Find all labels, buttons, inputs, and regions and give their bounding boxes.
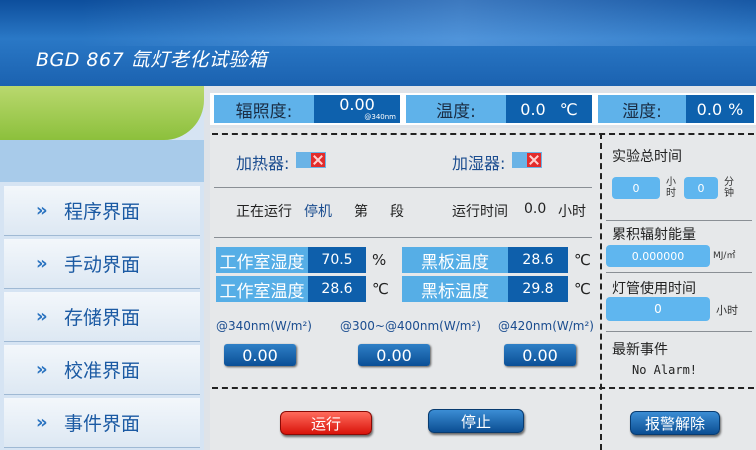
divider [606, 272, 752, 273]
chamber-temp-unit: ℃ [372, 280, 389, 298]
temperature-label: 温度: [406, 95, 506, 123]
lamp-time-label: 灯管使用时间 [612, 281, 696, 297]
runtime-unit: 小时 [558, 204, 586, 220]
running-label: 正在运行 [236, 204, 292, 220]
runtime-label: 运行时间 [452, 204, 508, 220]
heater-indicator [296, 152, 326, 168]
chamber-temp-label: 工作室温度 [216, 276, 308, 302]
humidity-readout: 0.0 % [686, 95, 754, 123]
double-chevron-icon: » [36, 253, 48, 274]
stage-prefix: 第 [354, 204, 368, 220]
wavelength-340-value: 0.00 [224, 344, 296, 366]
sidebar-item-storage[interactable]: » 存储界面 [4, 292, 200, 342]
humidifier-label: 加湿器: [452, 154, 506, 173]
humidifier-indicator [512, 152, 542, 168]
energy-value: 0.000000 [606, 245, 710, 267]
run-button[interactable]: 运行 [280, 411, 372, 435]
header-glow [80, 0, 756, 46]
off-icon [527, 153, 541, 167]
clear-alarm-button[interactable]: 报警解除 [630, 411, 720, 435]
title-bar: BGD 867 氙灯老化试验箱 [0, 0, 756, 86]
chamber-temp-value: 28.6 [308, 276, 366, 302]
latest-event-label: 最新事件 [612, 342, 668, 358]
wavelength-420-label: @420nm(W/m²) [498, 319, 594, 333]
lamp-time-value: 0 [606, 297, 710, 321]
sidebar-item-label: 手动界面 [64, 254, 141, 276]
divider [214, 237, 592, 238]
temperature-unit: ℃ [559, 99, 578, 119]
energy-label: 累积辐射能量 [612, 227, 696, 243]
app-title: BGD 867 氙灯老化试验箱 [36, 49, 268, 71]
latest-event-value: No Alarm! [632, 363, 698, 377]
temperature-value: 0.0 [520, 99, 546, 119]
irradiance-value: 0.00 [339, 95, 375, 114]
stage-suffix: 段 [390, 204, 404, 220]
divider [600, 133, 602, 450]
sidebar-item-label: 程序界面 [64, 201, 141, 223]
humidity-unit: % [728, 99, 744, 119]
chamber-humidity-unit: % [372, 251, 387, 269]
sidebar-band [0, 140, 204, 182]
divider [606, 220, 752, 221]
double-chevron-icon: » [36, 306, 48, 327]
sidebar-item-manual[interactable]: » 手动界面 [4, 239, 200, 289]
divider [212, 133, 754, 135]
black-panel-label: 黑板温度 [402, 247, 508, 273]
double-chevron-icon: » [36, 359, 48, 380]
wavelength-340-label: @340nm(W/m²) [216, 319, 312, 333]
black-standard-unit: ℃ [574, 280, 591, 298]
sidebar-item-label: 校准界面 [64, 360, 141, 382]
total-hours-value: 0 [612, 177, 660, 199]
wavelength-300-400-value: 0.00 [358, 344, 430, 366]
black-standard-value: 29.8 [508, 276, 568, 302]
sidebar-item-label: 事件界面 [64, 413, 141, 435]
black-panel-value: 28.6 [508, 247, 568, 273]
humidity-label: 湿度: [598, 95, 686, 123]
divider [606, 331, 752, 332]
double-chevron-icon: » [36, 412, 48, 433]
divider [212, 387, 754, 389]
runtime-value: 0.0 [524, 201, 547, 217]
sidebar-item-label: 存储界面 [64, 307, 141, 329]
lamp-time-unit: 小时 [716, 304, 738, 317]
total-time-label: 实验总时间 [612, 149, 682, 165]
irradiance-label: 辐照度: [214, 95, 314, 123]
wavelength-300-400-label: @300~@400nm(W/m²) [340, 319, 481, 333]
sidebar: » 程序界面 » 手动界面 » 存储界面 » 校准界面 » 事件界面 [0, 86, 204, 450]
running-state: 停机 [304, 204, 332, 220]
heater-label: 加热器: [236, 154, 290, 173]
sidebar-item-calibration[interactable]: » 校准界面 [4, 345, 200, 395]
temperature-readout: 0.0 ℃ [506, 95, 592, 123]
hours-unit: 小时 [666, 177, 676, 199]
main-panel: 辐照度: 0.00 @340nm 温度: 0.0 ℃ 湿度: 0.0 % 加热器… [210, 93, 756, 450]
humidity-value: 0.0 [696, 99, 723, 119]
total-minutes-value: 0 [684, 177, 718, 199]
off-icon [311, 153, 325, 167]
irradiance-sub: @340nm [364, 113, 396, 121]
sidebar-item-events[interactable]: » 事件界面 [4, 398, 200, 448]
status-bar: 辐照度: 0.00 @340nm 温度: 0.0 ℃ 湿度: 0.0 % [210, 93, 756, 125]
minutes-unit: 分钟 [724, 177, 734, 199]
energy-unit: MJ/㎡ [713, 251, 736, 261]
stop-button[interactable]: 停止 [428, 409, 524, 433]
chamber-humidity-label: 工作室湿度 [216, 247, 308, 273]
black-standard-label: 黑标温度 [402, 276, 508, 302]
chamber-humidity-value: 70.5 [308, 247, 366, 273]
divider [214, 187, 592, 188]
double-chevron-icon: » [36, 200, 48, 221]
black-panel-unit: ℃ [574, 251, 591, 269]
sidebar-item-program[interactable]: » 程序界面 [4, 186, 200, 236]
sidebar-accent [0, 86, 204, 140]
wavelength-420-value: 0.00 [504, 344, 576, 366]
irradiance-readout: 0.00 @340nm [314, 95, 400, 123]
